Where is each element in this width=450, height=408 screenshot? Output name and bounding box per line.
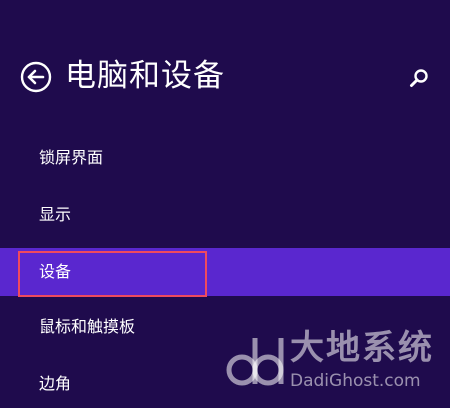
back-arrow-circle-icon — [20, 61, 52, 93]
menu-item-label: 设备 — [39, 262, 72, 281]
menu-item-display[interactable]: 显示 — [0, 191, 450, 239]
search-icon — [410, 69, 428, 87]
page-header: 电脑和设备 — [0, 0, 450, 130]
page-title: 电脑和设备 — [65, 58, 225, 94]
menu-item-lock-screen[interactable]: 锁屏界面 — [0, 134, 450, 182]
menu-item-devices[interactable]: 设备 — [0, 248, 450, 296]
back-button[interactable] — [20, 61, 52, 93]
menu-item-mouse-touchpad[interactable]: 鼠标和触摸板 — [0, 303, 450, 351]
menu-item-label: 鼠标和触摸板 — [39, 317, 136, 336]
search-button[interactable] — [408, 67, 430, 89]
menu-item-label: 锁屏界面 — [39, 148, 104, 167]
menu-item-label: 显示 — [39, 205, 72, 224]
menu-item-label: 边角 — [39, 374, 72, 393]
